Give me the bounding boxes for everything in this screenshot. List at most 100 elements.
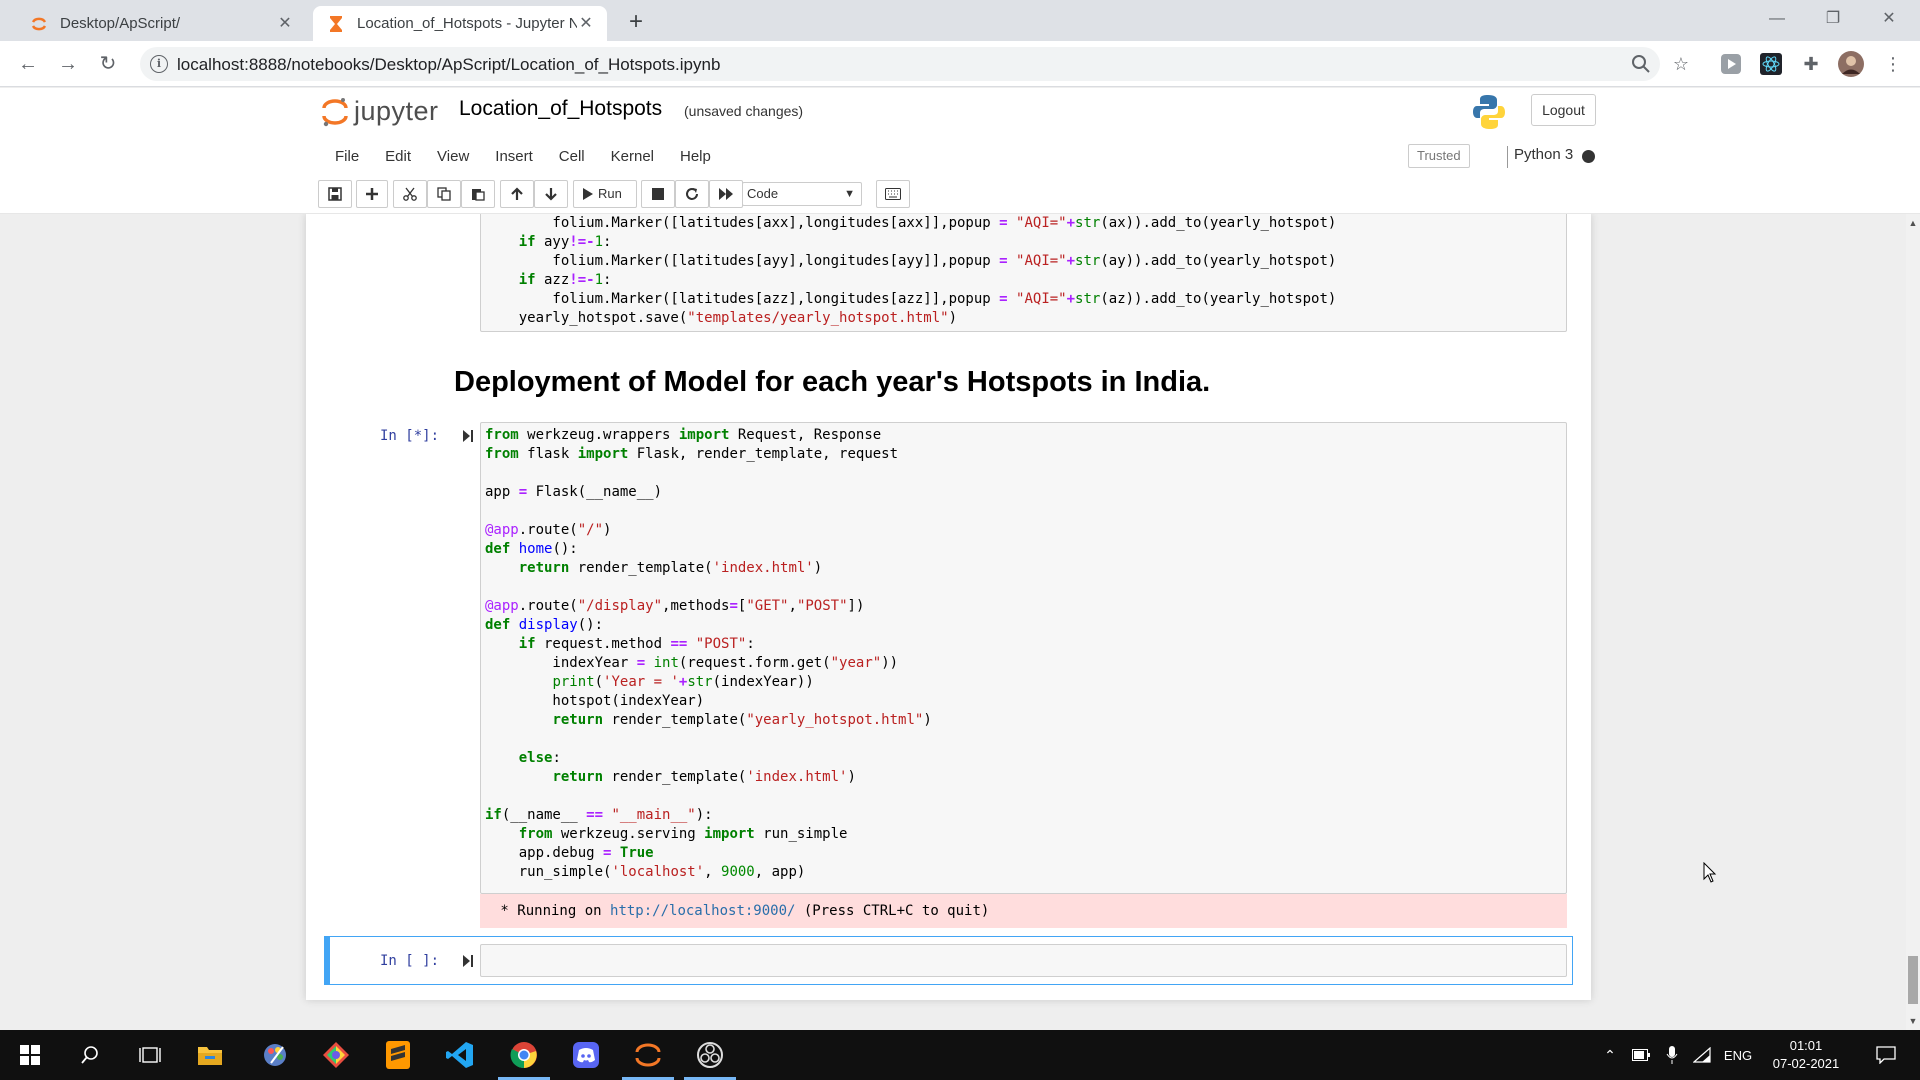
output-prefix: * Running on: [492, 903, 611, 919]
output-suffix: (Press CTRL+C to quit): [795, 903, 990, 919]
menu-insert[interactable]: Insert: [482, 140, 546, 174]
move-up-button[interactable]: [500, 180, 534, 208]
search-icon[interactable]: [60, 1030, 120, 1080]
close-tab-icon[interactable]: ✕: [276, 15, 294, 33]
cut-button[interactable]: [393, 180, 427, 208]
localhost-link[interactable]: http://localhost:9000/: [610, 903, 795, 919]
forward-arrow-icon[interactable]: →: [54, 50, 82, 78]
paste-button[interactable]: [461, 180, 495, 208]
restart-run-all-button[interactable]: [709, 180, 743, 208]
jupyter-logo-text: jupyter: [354, 96, 439, 126]
markdown-heading: Deployment of Model for each year's Hots…: [454, 366, 1211, 398]
file-explorer-icon[interactable]: [180, 1030, 240, 1080]
new-tab-button[interactable]: +: [622, 8, 650, 36]
save-button[interactable]: [318, 180, 352, 208]
code-editor[interactable]: folium.Marker([latitudes[axx],longitudes…: [485, 214, 1337, 328]
run-cell-icon[interactable]: [462, 954, 474, 968]
trusted-indicator[interactable]: Trusted: [1408, 144, 1470, 168]
menu-cell[interactable]: Cell: [546, 140, 598, 174]
zoom-icon[interactable]: [1628, 51, 1654, 77]
kernel-name: Python 3: [1514, 146, 1574, 163]
clock-date: 07-02-2021: [1772, 1056, 1840, 1071]
task-view-icon[interactable]: [120, 1030, 180, 1080]
address-bar[interactable]: i localhost:8888/notebooks/Desktop/ApScr…: [140, 47, 1660, 81]
jupyter-logo-icon: [322, 97, 348, 126]
menu-help[interactable]: Help: [667, 140, 724, 174]
keyboard-icon: [885, 188, 901, 200]
code-cell-previous[interactable]: folium.Marker([latitudes[axx],longitudes…: [480, 214, 1567, 332]
code-editor[interactable]: from werkzeug.wrappers import Request, R…: [485, 426, 932, 882]
tab-title: Location_of_Hotspots - Jupyter N: [357, 15, 577, 32]
browser-menu-icon[interactable]: ⋮: [1880, 51, 1906, 77]
extensions-puzzle-icon[interactable]: ✚: [1798, 51, 1824, 77]
interrupt-kernel-button[interactable]: [641, 180, 675, 208]
chrome-icon[interactable]: [494, 1030, 554, 1080]
paint-3d-icon[interactable]: [245, 1030, 305, 1080]
move-down-button[interactable]: [534, 180, 568, 208]
notifications-icon[interactable]: [1866, 1030, 1906, 1080]
cell-type-select[interactable]: Code ▼: [742, 182, 862, 206]
copy-button[interactable]: [427, 180, 461, 208]
menu-view[interactable]: View: [424, 140, 482, 174]
menu-kernel[interactable]: Kernel: [598, 140, 667, 174]
url-text: localhost:8888/notebooks/Desktop/ApScrip…: [177, 55, 721, 74]
back-arrow-icon[interactable]: ←: [14, 50, 42, 78]
command-palette-button[interactable]: [876, 180, 910, 208]
tab-title: Desktop/ApScript/: [60, 15, 181, 32]
windows-taskbar: ⌃ ENG 01:01 07-02-2021: [0, 1030, 1920, 1080]
browser-tab-desktop[interactable]: Desktop/ApScript/ ✕: [16, 6, 306, 41]
extension-react-icon[interactable]: [1758, 51, 1784, 77]
close-tab-icon[interactable]: ✕: [577, 15, 595, 33]
menu-file[interactable]: File: [322, 140, 372, 174]
system-clock[interactable]: 01:01 07-02-2021: [1748, 1037, 1864, 1073]
clock-time: 01:01: [1789, 1038, 1823, 1053]
discord-icon[interactable]: [556, 1030, 616, 1080]
microphone-icon[interactable]: [1660, 1030, 1684, 1080]
cell-type-value: Code: [747, 186, 779, 201]
hourglass-icon: [330, 15, 342, 32]
run-button[interactable]: Run: [573, 180, 637, 208]
mouse-cursor-icon: [1703, 862, 1717, 883]
restore-icon[interactable]: ❐: [1810, 4, 1856, 34]
tray-chevron-up-icon[interactable]: ⌃: [1598, 1030, 1622, 1080]
play-icon: [583, 188, 593, 200]
kernel-separator: [1507, 146, 1508, 168]
sublime-text-icon[interactable]: [368, 1030, 428, 1080]
jupyter-header: jupyter Location_of_Hotspots (unsaved ch…: [0, 88, 1920, 214]
obs-icon[interactable]: [680, 1030, 740, 1080]
scroll-thumb[interactable]: [1908, 956, 1918, 1004]
browser-toolbar: ← → ↻ i localhost:8888/notebooks/Desktop…: [0, 41, 1920, 87]
restart-kernel-button[interactable]: [675, 180, 709, 208]
profile-avatar[interactable]: [1838, 51, 1864, 77]
site-info-icon[interactable]: i: [150, 55, 168, 73]
minimize-icon[interactable]: —: [1754, 4, 1800, 34]
empty-code-cell[interactable]: [480, 944, 1567, 977]
scroll-down-icon[interactable]: ▼: [1906, 1016, 1920, 1026]
logout-button[interactable]: Logout: [1531, 94, 1596, 126]
notebook-menubar: File Edit View Insert Cell Kernel Help: [322, 140, 724, 174]
extension-player-icon[interactable]: [1718, 51, 1744, 77]
output-text: * Running on http://localhost:9000/ (Pre…: [492, 902, 989, 921]
battery-icon[interactable]: [1628, 1030, 1654, 1080]
browser-tab-strip: Desktop/ApScript/ ✕ Location_of_Hotspots…: [0, 0, 1920, 41]
wifi-icon[interactable]: [1690, 1030, 1714, 1080]
insert-cell-button[interactable]: [356, 180, 388, 208]
bookmark-star-icon[interactable]: ☆: [1668, 51, 1694, 77]
python-logo-icon: [1473, 95, 1505, 129]
notebook-name[interactable]: Location_of_Hotspots: [459, 97, 662, 121]
page-scrollbar[interactable]: ▲ ▼: [1906, 214, 1920, 1030]
close-window-icon[interactable]: ✕: [1866, 4, 1912, 34]
browser-tab-notebook[interactable]: Location_of_Hotspots - Jupyter N ✕: [313, 6, 607, 41]
gitkraken-icon[interactable]: [306, 1030, 366, 1080]
reload-icon[interactable]: ↻: [94, 50, 122, 78]
code-cell-flask[interactable]: from werkzeug.wrappers import Request, R…: [480, 422, 1567, 894]
start-button[interactable]: [0, 1030, 60, 1080]
jupyter-logo[interactable]: jupyter: [322, 96, 439, 127]
jupyter-taskbar-icon[interactable]: [618, 1030, 678, 1080]
scroll-up-icon[interactable]: ▲: [1906, 218, 1920, 228]
menu-edit[interactable]: Edit: [372, 140, 424, 174]
run-label: Run: [598, 186, 622, 201]
cell-prompt: In [*]:: [380, 428, 440, 444]
vscode-icon[interactable]: [430, 1030, 490, 1080]
run-cell-icon[interactable]: [462, 429, 474, 443]
